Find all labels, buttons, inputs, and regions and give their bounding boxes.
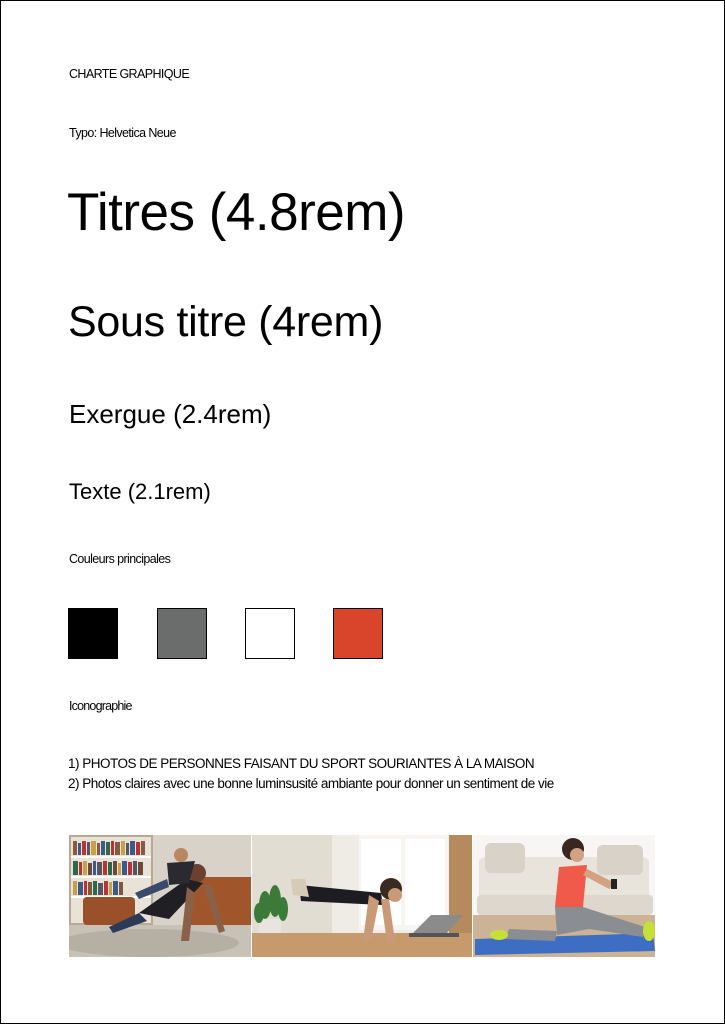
photo-couple-workout — [69, 835, 251, 957]
page-title: CHARTE GRAPHIQUE — [69, 67, 190, 81]
sous-titre-sample: Sous titre (4rem) — [68, 298, 384, 346]
photo-woman-stretching — [473, 835, 655, 957]
font-label: Typo: Helvetica Neue — [69, 126, 176, 140]
titres-sample: Titres (4.8rem) — [67, 183, 406, 242]
iconography-rule-2: 2) Photos claires avec une bonne luminsu… — [68, 776, 554, 791]
swatch-white — [245, 608, 295, 659]
swatch-gray — [157, 608, 207, 659]
photo-woman-plank — [252, 835, 472, 957]
swatch-orange — [333, 608, 383, 659]
texte-sample: Texte (2.1rem) — [69, 479, 211, 504]
iconography-heading: Iconographie — [69, 699, 132, 713]
exergue-sample: Exergue (2.4rem) — [69, 399, 272, 429]
photo-strip — [69, 835, 655, 957]
style-guide-page: CHARTE GRAPHIQUE Typo: Helvetica Neue Ti… — [0, 0, 725, 1024]
swatch-black — [68, 608, 118, 659]
iconography-rule-1: 1) PHOTOS DE PERSONNES FAISANT DU SPORT … — [68, 756, 535, 771]
colors-heading: Couleurs principales — [69, 552, 171, 566]
